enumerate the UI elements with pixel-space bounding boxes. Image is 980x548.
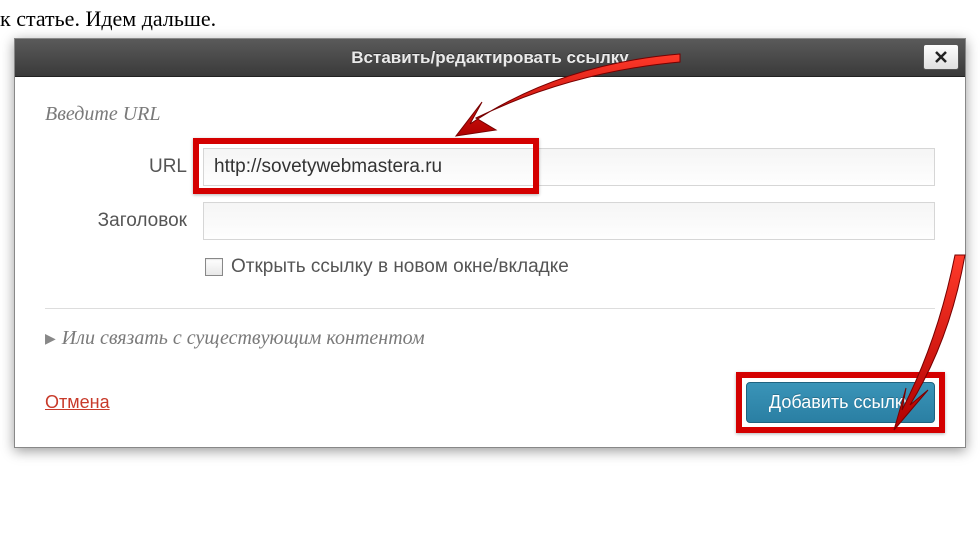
add-link-button[interactable]: Добавить ссылку [746, 382, 935, 423]
link-dialog: Вставить/редактировать ссылку Введите UR… [14, 38, 966, 448]
divider [45, 308, 935, 309]
background-text: к статье. Идем дальше. [0, 6, 216, 32]
close-button[interactable] [923, 44, 959, 70]
checkbox-row: Открыть ссылку в новом окне/вкладке [45, 256, 935, 278]
existing-content-toggle[interactable]: ▶ Или связать с существующим контентом [45, 327, 935, 350]
dialog-header: Вставить/редактировать ссылку [15, 39, 965, 77]
collapse-label: Или связать с существующим контентом [62, 327, 425, 350]
url-label: URL [45, 156, 203, 178]
section-heading: Введите URL [45, 103, 935, 126]
close-icon [934, 50, 948, 64]
url-input[interactable] [203, 148, 935, 186]
title-row: Заголовок [45, 202, 935, 240]
checkbox-label: Открыть ссылку в новом окне/вкладке [231, 256, 569, 278]
dialog-body: Введите URL URL Заголовок Открыть ссылку… [15, 77, 965, 360]
title-input[interactable] [203, 202, 935, 240]
dialog-title: Вставить/редактировать ссылку [351, 48, 628, 68]
title-label: Заголовок [45, 210, 203, 232]
url-row: URL [45, 148, 935, 186]
dialog-footer: Отмена Добавить ссылку [15, 360, 965, 447]
new-tab-checkbox[interactable] [205, 258, 223, 276]
cancel-button[interactable]: Отмена [45, 392, 110, 413]
chevron-right-icon: ▶ [45, 330, 56, 347]
